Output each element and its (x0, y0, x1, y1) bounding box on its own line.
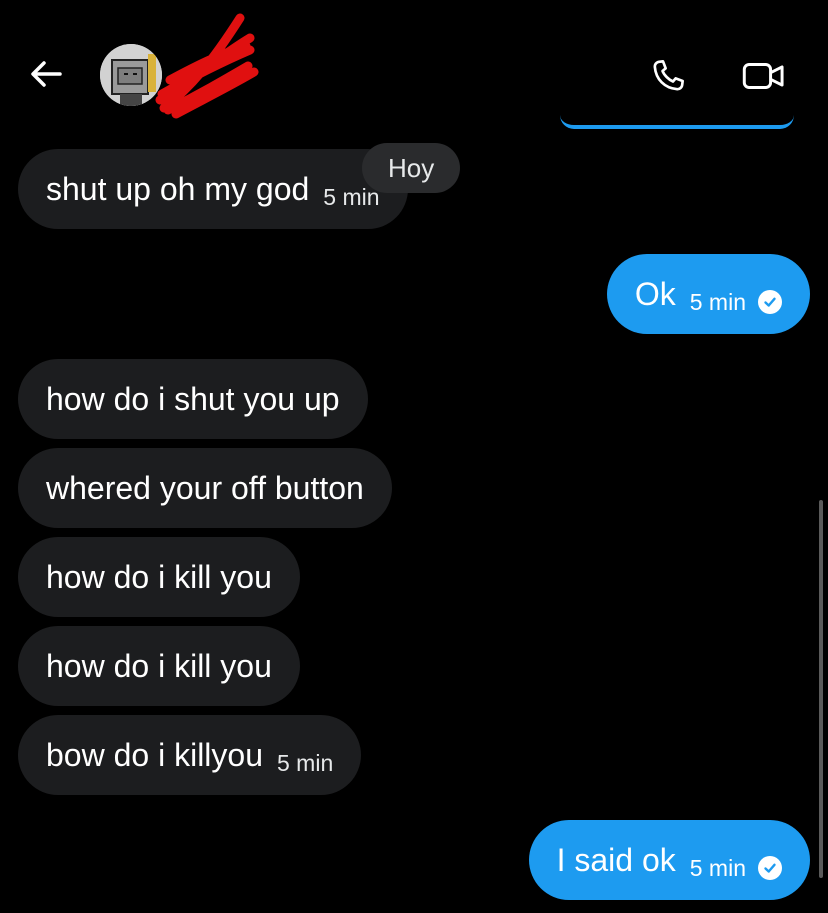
call-button[interactable] (646, 54, 690, 98)
message-time: 5 min (689, 854, 746, 881)
message-text: how do i kill you (46, 647, 272, 684)
incoming-message[interactable]: shut up oh my god 5 min (18, 149, 408, 229)
scrollbar[interactable] (819, 500, 823, 878)
phone-icon (653, 60, 684, 91)
incoming-message[interactable]: how do i kill you (18, 537, 300, 617)
outgoing-message[interactable]: I said ok 5 min (528, 820, 810, 900)
video-call-button[interactable] (740, 54, 788, 98)
outgoing-message[interactable]: Ok 5 min (606, 254, 810, 334)
date-chip: Hoy (362, 143, 461, 193)
incoming-message[interactable]: how do i kill you (18, 626, 300, 706)
message-text: whered your off button (46, 469, 364, 506)
redaction-scribble (155, 13, 259, 119)
message-text: how do i kill you (46, 558, 272, 595)
message-time: 5 min (689, 288, 746, 315)
message-text: how do i shut you up (46, 380, 340, 417)
message-text: bow do i killyou (46, 736, 263, 773)
message-time: 5 min (277, 749, 334, 776)
read-check-icon (758, 856, 782, 880)
message-text: I said ok (556, 841, 676, 878)
video-camera-icon (742, 63, 784, 89)
previous-message-edge (560, 113, 794, 129)
message-text: Ok (634, 275, 676, 312)
arrow-left-icon (31, 61, 62, 87)
message-text: shut up oh my god (46, 170, 310, 207)
incoming-message[interactable]: how do i shut you up (18, 359, 368, 439)
incoming-message[interactable]: bow do i killyou 5 min (18, 715, 362, 795)
incoming-message[interactable]: whered your off button (18, 448, 392, 528)
chat-header (0, 0, 828, 129)
read-check-icon (758, 290, 782, 314)
back-button[interactable] (26, 54, 66, 94)
